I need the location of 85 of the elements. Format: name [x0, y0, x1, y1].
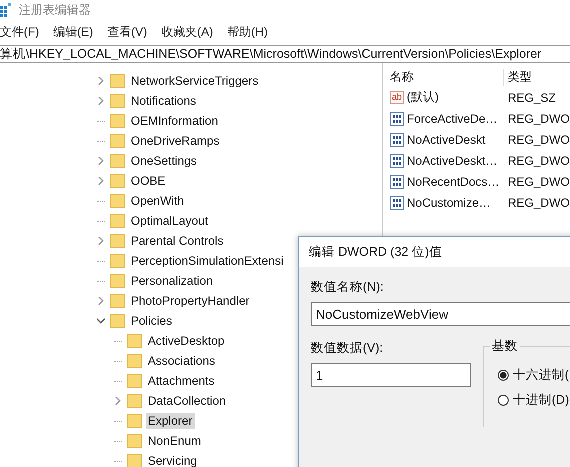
value-name[interactable]: (默认)	[407, 89, 439, 106]
folder-icon	[110, 233, 126, 249]
tree-item[interactable]: OpenWith	[129, 193, 186, 209]
value-name[interactable]: NoCustomize…	[406, 196, 492, 210]
folder-icon	[110, 213, 126, 229]
folder-icon	[110, 173, 126, 189]
folder-icon	[110, 253, 126, 269]
folder-icon	[110, 293, 126, 309]
value-name[interactable]: NoRecentDocs…	[406, 174, 500, 188]
folder-icon	[127, 413, 143, 429]
expand-caret-icon[interactable]	[97, 97, 105, 105]
folder-icon	[127, 393, 143, 409]
expand-caret-icon[interactable]	[97, 77, 105, 85]
dialog-title: 编辑 DWORD (32 位)值	[309, 244, 442, 260]
folder-icon	[110, 133, 126, 149]
binary-value-icon	[390, 196, 404, 210]
string-value-icon: ab	[390, 91, 404, 104]
folder-icon	[127, 333, 143, 349]
tree-item[interactable]: NonEnum	[146, 433, 204, 449]
tree-item[interactable]: Notifications	[129, 93, 198, 109]
expand-caret-icon[interactable]	[114, 397, 122, 405]
tree-item[interactable]: OOBE	[129, 173, 168, 189]
value-type: REG_DWO	[506, 174, 570, 188]
folder-icon	[127, 353, 143, 369]
binary-value-icon	[390, 132, 404, 146]
value-name[interactable]: ForceActiveDe…	[406, 112, 498, 126]
radio-button[interactable]	[498, 395, 509, 406]
menu-item[interactable]: 帮助(H)	[227, 24, 268, 40]
folder-icon	[127, 453, 143, 467]
value-type: REG_DWO	[506, 112, 570, 126]
address-bar[interactable]: 算机\HKEY_LOCAL_MACHINE\SOFTWARE\Microsoft\Windows\CurrentVersion\Policies\Explorer	[0, 45, 570, 63]
group-label: 基数	[490, 338, 520, 355]
value-type: REG_DWO	[506, 196, 570, 210]
tree-item[interactable]: Attachments	[146, 373, 217, 389]
tree-item[interactable]: Associations	[146, 353, 218, 369]
folder-icon	[110, 73, 126, 89]
expand-caret-icon[interactable]	[97, 237, 105, 245]
tree-item[interactable]: Personalization	[129, 273, 216, 289]
folder-icon	[110, 273, 126, 289]
menu-item[interactable]: 文件(F)	[0, 24, 40, 40]
tree-item[interactable]: PhotoPropertyHandler	[129, 293, 252, 309]
radio-label[interactable]: 十进制(D)	[513, 392, 570, 409]
tree-item[interactable]: OneSettings	[129, 153, 200, 169]
folder-icon	[110, 313, 126, 329]
tree-item[interactable]: Parental Controls	[129, 233, 226, 249]
binary-value-icon	[390, 154, 404, 168]
data-field[interactable]: 1	[311, 363, 471, 387]
folder-icon	[110, 153, 126, 169]
tree-item[interactable]: OEMInformation	[129, 113, 220, 129]
value-name[interactable]: NoActiveDeskt	[406, 132, 486, 146]
radio-button[interactable]	[498, 370, 509, 381]
folder-icon	[110, 93, 126, 109]
column-header[interactable]: 类型	[504, 68, 532, 86]
name-field[interactable]: NoCustomizeWebView	[311, 302, 570, 326]
tree-item[interactable]: NetworkServiceTriggers	[129, 73, 261, 89]
collapse-caret-icon[interactable]	[97, 317, 105, 325]
field-label: 数值名称(N):	[311, 279, 385, 296]
folder-icon	[127, 373, 143, 389]
app-icon	[0, 3, 11, 17]
tree-item[interactable]: Policies	[129, 313, 174, 329]
tree-item[interactable]: Explorer	[146, 413, 195, 429]
tree-item[interactable]: ActiveDesktop	[146, 333, 227, 349]
value-type: REG_DWO	[506, 132, 570, 146]
window-title: 注册表编辑器	[19, 2, 91, 18]
value-name[interactable]: NoActiveDeskt…	[406, 154, 498, 168]
field-label: 数值数据(V):	[311, 340, 384, 357]
expand-caret-icon[interactable]	[97, 177, 105, 185]
tree-item[interactable]: DataCollection	[146, 393, 228, 409]
binary-value-icon	[390, 174, 404, 188]
binary-value-icon	[390, 112, 404, 126]
tree-item[interactable]: PerceptionSimulationExtensi	[129, 253, 286, 269]
value-type: REG_DWO	[506, 154, 570, 168]
expand-caret-icon[interactable]	[97, 157, 105, 165]
menu-item[interactable]: 查看(V)	[107, 24, 148, 40]
folder-icon	[110, 193, 126, 209]
expand-caret-icon[interactable]	[97, 297, 105, 305]
menu-item[interactable]: 收藏夹(A)	[161, 24, 214, 40]
tree-item[interactable]: OptimalLayout	[129, 213, 210, 229]
value-type: REG_SZ	[506, 90, 556, 104]
radio-label[interactable]: 十六进制(	[513, 367, 570, 384]
tree-item[interactable]: OneDriveRamps	[129, 133, 222, 149]
folder-icon	[110, 113, 126, 129]
menu-item[interactable]: 编辑(E)	[53, 24, 94, 40]
column-header[interactable]: 名称	[382, 68, 504, 86]
folder-icon	[127, 433, 143, 449]
